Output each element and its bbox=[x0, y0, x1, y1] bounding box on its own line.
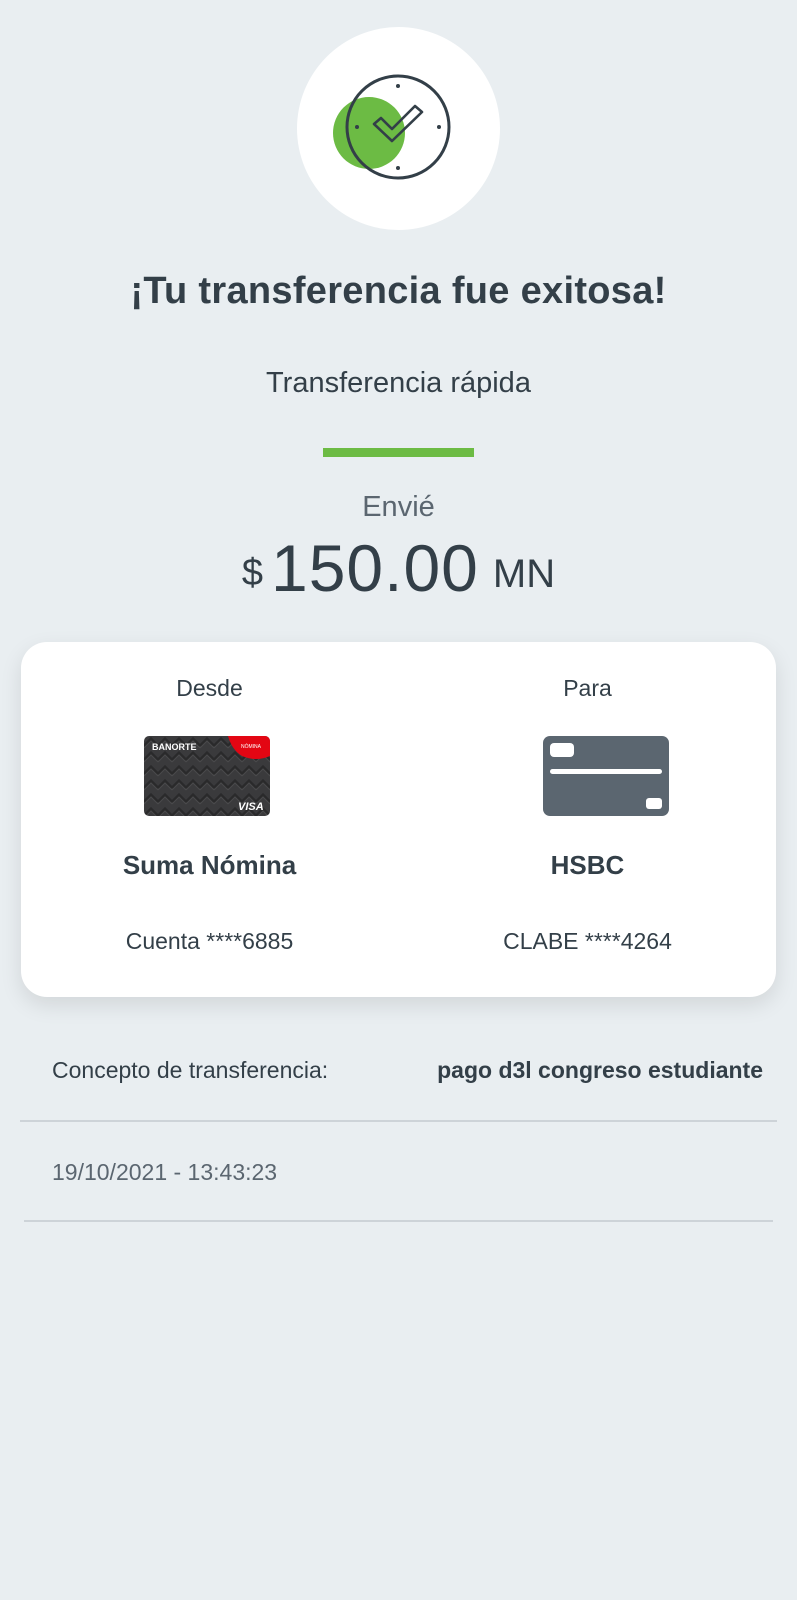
to-account-number: CLABE ****4264 bbox=[503, 928, 672, 954]
to-account-name: HSBC bbox=[550, 850, 625, 880]
amount-value: 150.00 bbox=[271, 531, 479, 605]
transfer-type: Transferencia rápida bbox=[266, 367, 531, 399]
concept-row: Concepto de transferencia: pago d3l cong… bbox=[20, 1020, 777, 1122]
generic-card-icon bbox=[543, 736, 669, 816]
to-heading: Para bbox=[563, 675, 612, 701]
to-account: Para HSBC CLABE ****4264 bbox=[399, 642, 776, 997]
success-header: ¡Tu transferencia fue exitosa! Transfere… bbox=[0, 0, 797, 640]
accounts-card: Desde BANORTE NÓMINA VISA Suma Nómina Cu… bbox=[21, 642, 776, 997]
sent-label: Envié bbox=[362, 491, 435, 523]
currency-symbol: $ bbox=[241, 552, 264, 594]
card-brand-text: BANORTE bbox=[152, 742, 197, 752]
from-account: Desde BANORTE NÓMINA VISA Suma Nómina Cu… bbox=[21, 642, 398, 997]
from-account-number: Cuenta ****6885 bbox=[125, 928, 294, 954]
success-title: ¡Tu transferencia fue exitosa! bbox=[130, 270, 667, 312]
success-icon-badge bbox=[297, 27, 500, 230]
clock-check-icon bbox=[333, 74, 451, 180]
currency-code: MN bbox=[492, 552, 556, 596]
concept-value: pago d3l congreso estudiante bbox=[437, 1057, 763, 1083]
from-account-name: Suma Nómina bbox=[122, 850, 297, 880]
transfer-datetime: 19/10/2021 - 13:43:23 bbox=[52, 1159, 278, 1185]
card-network-text: VISA bbox=[238, 801, 264, 813]
accent-divider bbox=[323, 448, 474, 457]
banorte-card-image: BANORTE NÓMINA VISA bbox=[144, 736, 270, 816]
card-tag-text: NÓMINA bbox=[241, 743, 262, 750]
from-heading: Desde bbox=[176, 675, 243, 701]
transfer-amount: $150.00 MN bbox=[0, 530, 797, 606]
datetime-row: 19/10/2021 - 13:43:23 bbox=[24, 1122, 773, 1222]
concept-label: Concepto de transferencia: bbox=[52, 1057, 329, 1083]
